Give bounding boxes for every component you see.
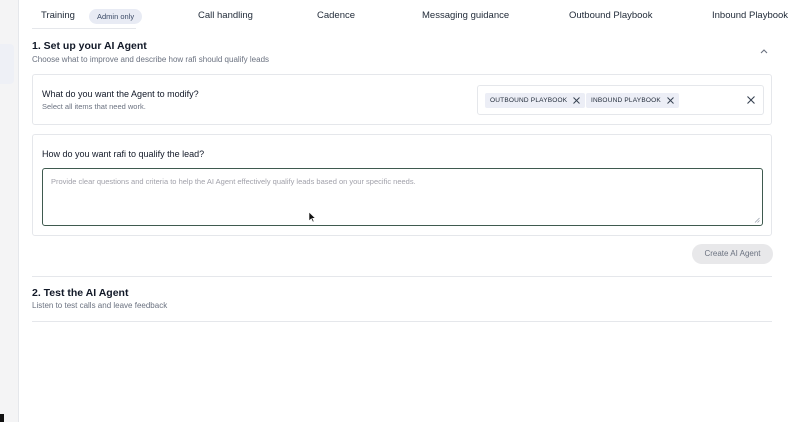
chip-label: INBOUND PLAYBOOK	[591, 97, 661, 104]
tab-cadence[interactable]: Cadence	[317, 6, 355, 26]
resize-handle-icon[interactable]	[754, 217, 760, 223]
section-1-subtitle: Choose what to improve and describe how …	[32, 55, 270, 64]
tab-call-handling[interactable]: Call handling	[198, 6, 253, 26]
mouse-pointer-icon	[308, 211, 316, 223]
playbook-multiselect[interactable]: OUTBOUND PLAYBOOK INBOUND PLAYBOOK	[477, 85, 764, 115]
active-tab-underline	[32, 28, 136, 29]
qualify-question: How do you want rafi to qualify the lead…	[42, 149, 205, 159]
section-divider	[32, 321, 772, 322]
sidebar-active-item[interactable]	[0, 44, 14, 84]
textarea-placeholder: Provide clear questions and criteria to …	[51, 177, 416, 186]
window-corner	[0, 414, 4, 422]
qualify-criteria-textarea[interactable]: Provide clear questions and criteria to …	[42, 168, 763, 226]
close-icon[interactable]	[573, 97, 581, 104]
admin-only-badge: Admin only	[89, 9, 143, 24]
section-2-subtitle: Listen to test calls and leave feedback	[32, 301, 168, 310]
chevron-up-icon[interactable]	[758, 46, 770, 56]
tab-inbound-playbook[interactable]: Inbound Playbook	[712, 6, 788, 26]
section-divider	[32, 276, 772, 277]
top-tab-bar: Training Admin only Call handling Cadenc…	[32, 6, 800, 28]
create-ai-agent-button[interactable]: Create AI Agent	[692, 244, 773, 264]
chip-label: OUTBOUND PLAYBOOK	[490, 97, 568, 104]
qualify-lead-card: How do you want rafi to qualify the lead…	[32, 134, 772, 236]
tab-training-label: Training	[41, 10, 75, 21]
tab-training[interactable]: Training Admin only	[41, 6, 143, 26]
left-sidebar-rail	[0, 0, 19, 422]
modify-helper-text: Select all items that need work.	[42, 102, 146, 111]
close-icon[interactable]	[667, 97, 674, 104]
tab-outbound-playbook[interactable]: Outbound Playbook	[569, 6, 652, 26]
section-2-title[interactable]: 2. Test the AI Agent	[32, 287, 128, 299]
tab-messaging-guidance[interactable]: Messaging guidance	[422, 6, 509, 26]
modify-question: What do you want the Agent to modify?	[42, 89, 199, 99]
modify-items-card: What do you want the Agent to modify? Se…	[32, 74, 772, 125]
section-1-title: 1. Set up your AI Agent	[32, 40, 147, 52]
clear-all-icon[interactable]	[747, 96, 755, 104]
chip-inbound-playbook: INBOUND PLAYBOOK	[586, 93, 679, 108]
chip-outbound-playbook: OUTBOUND PLAYBOOK	[485, 93, 586, 108]
